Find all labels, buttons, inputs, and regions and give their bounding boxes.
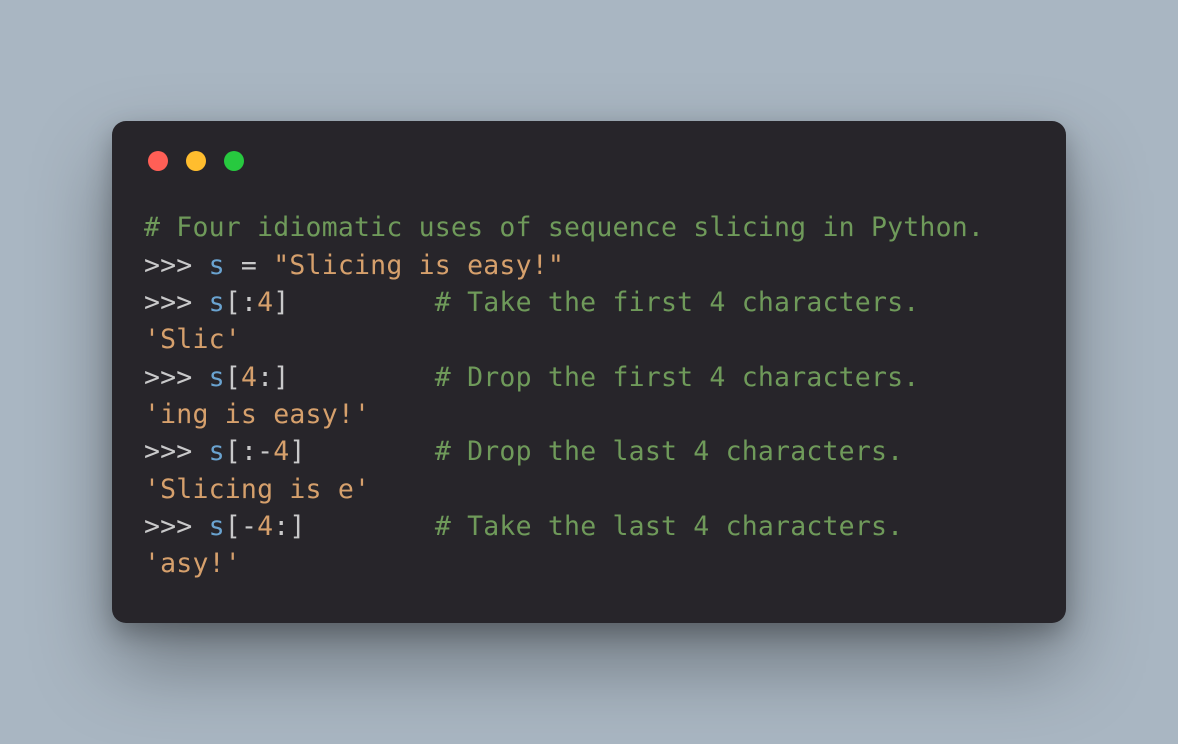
code-pad — [306, 436, 435, 467]
code-output: 'asy!' — [144, 548, 241, 579]
code-comment: # Drop the last 4 characters. — [435, 436, 903, 467]
code-output: 'Slicing is e' — [144, 474, 370, 505]
code-bracket: ] — [273, 287, 289, 318]
code-number: 4 — [273, 436, 289, 467]
code-bracket: ] — [273, 362, 289, 393]
code-comment-header: # Four idiomatic uses of sequence slicin… — [144, 212, 984, 243]
close-icon[interactable] — [148, 151, 168, 171]
stage: # Four idiomatic uses of sequence slicin… — [0, 0, 1178, 744]
code-bracket: ] — [289, 511, 305, 542]
code-output: 'Slic' — [144, 324, 241, 355]
code-window: # Four idiomatic uses of sequence slicin… — [112, 121, 1066, 623]
code-variable: s — [209, 436, 225, 467]
code-pad — [289, 287, 434, 318]
repl-prompt: >>> — [144, 287, 209, 318]
window-titlebar — [144, 151, 1034, 171]
code-bracket: [ — [225, 362, 241, 393]
code-bracket: ] — [289, 436, 305, 467]
code-comment: # Drop the first 4 characters. — [435, 362, 920, 393]
minimize-icon[interactable] — [186, 151, 206, 171]
code-pad — [289, 362, 434, 393]
repl-prompt: >>> — [144, 362, 209, 393]
code-string: "Slicing is easy!" — [273, 250, 564, 281]
code-operator: = — [225, 250, 273, 281]
repl-prompt: >>> — [144, 250, 209, 281]
code-variable: s — [209, 250, 225, 281]
code-number: 4 — [241, 362, 257, 393]
code-colon: : — [257, 362, 273, 393]
code-comment: # Take the last 4 characters. — [435, 511, 903, 542]
code-number: 4 — [257, 511, 273, 542]
code-bracket: [ — [225, 287, 241, 318]
code-operator: - — [241, 511, 257, 542]
code-block: # Four idiomatic uses of sequence slicin… — [144, 209, 1034, 583]
maximize-icon[interactable] — [224, 151, 244, 171]
code-colon: : — [241, 287, 257, 318]
code-pad — [306, 511, 435, 542]
code-bracket: [ — [225, 436, 241, 467]
repl-prompt: >>> — [144, 511, 209, 542]
code-variable: s — [209, 362, 225, 393]
repl-prompt: >>> — [144, 436, 209, 467]
code-colon: : — [241, 436, 257, 467]
code-variable: s — [209, 287, 225, 318]
code-output: 'ing is easy!' — [144, 399, 370, 430]
code-variable: s — [209, 511, 225, 542]
code-bracket: [ — [225, 511, 241, 542]
code-operator: - — [257, 436, 273, 467]
code-number: 4 — [257, 287, 273, 318]
code-comment: # Take the first 4 characters. — [435, 287, 920, 318]
code-colon: : — [273, 511, 289, 542]
